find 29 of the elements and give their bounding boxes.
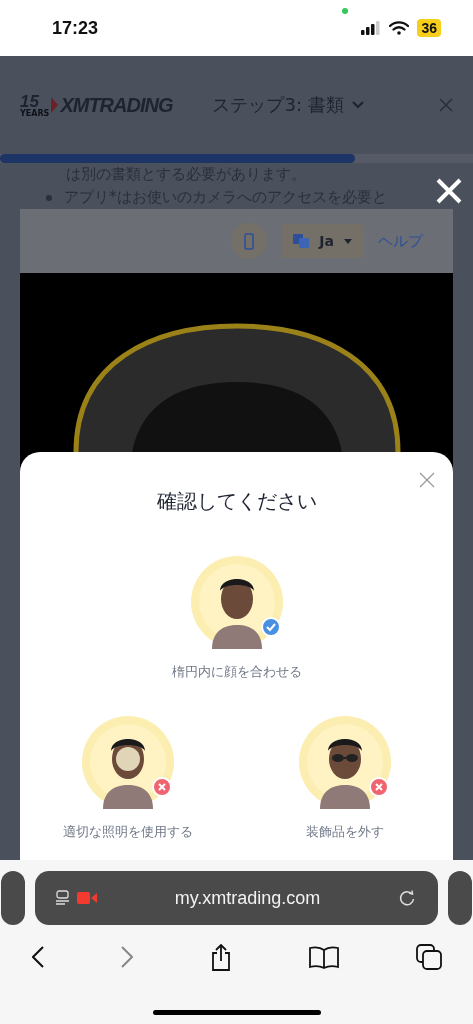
tab-preview[interactable] xyxy=(448,871,472,925)
battery-level: 36 xyxy=(417,19,441,37)
tip-label: 装飾品を外す xyxy=(305,823,384,841)
video-camera-icon xyxy=(77,892,97,904)
caret-icon xyxy=(344,238,352,244)
language-selector[interactable]: Ja xyxy=(281,224,364,258)
translate-icon xyxy=(293,234,310,248)
wifi-icon xyxy=(389,21,410,35)
reload-icon[interactable] xyxy=(398,889,416,907)
logo-years-label: YEARS xyxy=(20,109,50,118)
bullet-icon xyxy=(46,194,52,201)
forward-icon[interactable] xyxy=(120,946,133,968)
dialog-title: 確認してください xyxy=(155,488,318,515)
chevron-down-icon xyxy=(351,101,364,109)
back-icon[interactable] xyxy=(31,946,44,968)
indicator-dot-icon xyxy=(342,8,348,14)
tab-preview[interactable] xyxy=(1,871,25,925)
tabs-icon[interactable] xyxy=(415,944,442,970)
book-icon[interactable] xyxy=(308,945,339,969)
signal-icon xyxy=(361,21,382,35)
status-time: 17:23 xyxy=(52,17,99,39)
tip-label: 適切な照明を使用する xyxy=(63,823,194,841)
reader-icon[interactable] xyxy=(55,890,71,906)
url-text: my.xmtrading.com xyxy=(173,887,322,909)
address-bar[interactable]: my.xmtrading.com xyxy=(35,871,438,925)
share-icon[interactable] xyxy=(209,943,232,971)
logo-chevron-icon xyxy=(51,97,59,113)
face-oval-guide-icon xyxy=(71,322,402,452)
tip-label: 楕円内に顔を合わせる xyxy=(171,663,302,681)
